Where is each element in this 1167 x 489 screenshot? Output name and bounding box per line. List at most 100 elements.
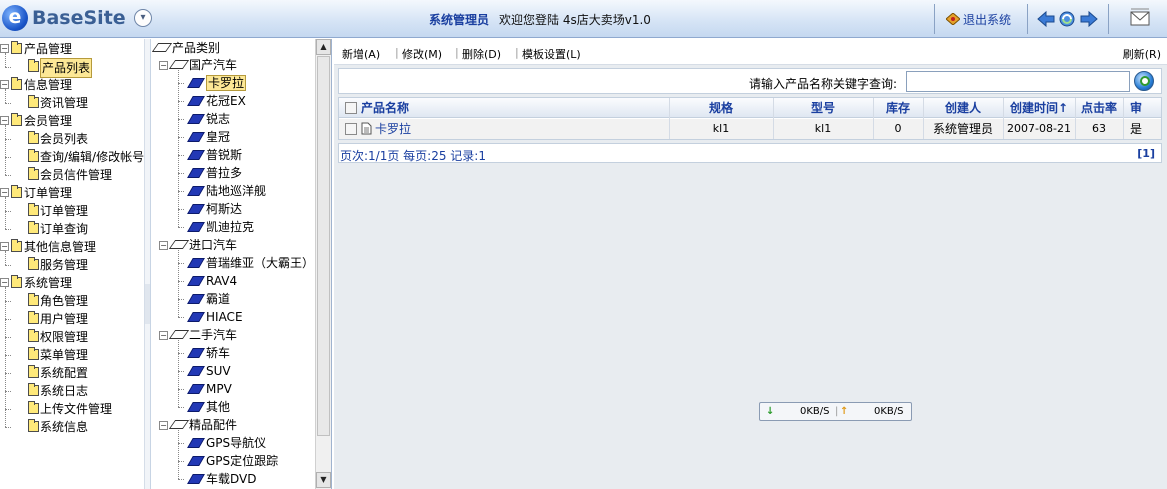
tree-item[interactable]: HIACE — [187, 308, 243, 326]
tree-line — [178, 317, 184, 318]
column-header-created-label: 创建时间 — [1009, 101, 1058, 115]
collapse-toggle-icon[interactable]: − — [0, 278, 9, 287]
scroll-up-icon[interactable]: ▲ — [316, 39, 331, 55]
tree-item[interactable]: 轿车 — [187, 344, 230, 362]
tree-line — [5, 67, 11, 68]
select-all-checkbox[interactable] — [345, 102, 357, 114]
nav-category-label: 系统管理 — [24, 276, 73, 290]
book-icon — [187, 96, 205, 106]
row-checkbox[interactable] — [345, 123, 357, 135]
folder-icon — [11, 239, 22, 252]
scrollbar-thumb[interactable] — [317, 56, 330, 436]
refresh-icon[interactable] — [1058, 10, 1076, 28]
nav-category-label: 其他信息管理 — [24, 240, 97, 254]
logo-dropdown-icon[interactable]: ▾ — [134, 9, 152, 27]
tree-item[interactable]: 普拉多 — [187, 164, 242, 182]
folder-icon — [11, 41, 22, 54]
nav-scrollbar[interactable] — [144, 39, 150, 489]
logo-text: BaseSite — [32, 7, 126, 29]
tree-item[interactable]: 普锐斯 — [187, 146, 242, 164]
logout-label: 退出系统 — [963, 13, 1012, 27]
tree-group[interactable]: − 国产汽车 — [159, 56, 237, 74]
column-header-stock[interactable]: 库存 — [873, 98, 923, 118]
tree-item[interactable]: GPS导航仪 — [187, 434, 266, 452]
column-header-hits[interactable]: 点击率 — [1075, 98, 1123, 118]
column-header-audit[interactable]: 审 — [1123, 98, 1149, 118]
nav-item-label: 菜单管理 — [40, 348, 89, 362]
nav-item-label: 会员列表 — [40, 132, 89, 146]
cell-stock: 0 — [894, 122, 902, 135]
column-divider — [1003, 98, 1004, 139]
table-row[interactable]: 卡罗拉 kl1 kl1 0 系统管理员 2007-08-21 63 是 — [339, 119, 1161, 139]
column-header-model[interactable]: 型号 — [773, 98, 873, 118]
tree-item-label: 卡罗拉 — [206, 75, 247, 91]
folder-icon — [28, 59, 39, 72]
collapse-toggle-icon[interactable]: − — [0, 80, 9, 89]
page-link[interactable]: [1] — [1137, 147, 1155, 160]
search-icon[interactable] — [1134, 71, 1154, 91]
tree-group-label: 精品配件 — [189, 418, 238, 432]
cell-created: 2007-08-21 — [1007, 122, 1071, 135]
tree-item[interactable]: 普瑞维亚（大霸王） — [187, 254, 314, 272]
back-arrow-icon[interactable] — [1037, 10, 1055, 28]
column-header-name[interactable]: 产品名称 — [361, 98, 481, 118]
tree-item[interactable]: 其他 — [187, 398, 230, 416]
collapse-toggle-icon[interactable]: − — [0, 242, 9, 251]
tree-item[interactable]: 皇冠 — [187, 128, 230, 146]
delete-button[interactable]: 删除(D) — [462, 46, 501, 62]
tree-line — [178, 407, 184, 408]
scrollbar-thumb[interactable] — [145, 284, 150, 324]
collapse-toggle-icon[interactable]: − — [159, 241, 168, 250]
template-settings-button[interactable]: 模板设置(L) — [522, 46, 581, 62]
add-button[interactable]: 新增(A) — [342, 46, 380, 62]
collapse-toggle-icon[interactable]: − — [0, 116, 9, 125]
book-icon — [187, 312, 205, 322]
tree-item[interactable]: SUV — [187, 362, 231, 380]
tree-item[interactable]: 柯斯达 — [187, 200, 243, 218]
tree-group[interactable]: − 精品配件 — [159, 416, 237, 434]
collapse-toggle-icon[interactable]: − — [159, 421, 168, 430]
collapse-toggle-icon[interactable]: − — [0, 188, 9, 197]
tree-item-label: 柯斯达 — [206, 202, 243, 216]
book-icon — [187, 222, 205, 232]
scroll-down-icon[interactable]: ▼ — [316, 472, 331, 488]
product-table: 产品名称 规格 型号 库存 创建人 创建时间↑ 点击率 审 卡罗拉 kl1 kl… — [338, 97, 1162, 140]
download-speed-value: 0KB/S — [800, 406, 830, 417]
column-header-spec[interactable]: 规格 — [669, 98, 773, 118]
tree-item[interactable]: 凯迪拉克 — [187, 218, 254, 236]
tree-item[interactable]: GPS定位跟踪 — [187, 452, 278, 470]
tree-item[interactable]: 锐志 — [187, 110, 230, 128]
mail-icon[interactable] — [1129, 8, 1151, 28]
tree-item-label: 陆地巡洋舰 — [206, 184, 267, 198]
search-input[interactable] — [906, 71, 1130, 92]
column-header-creator[interactable]: 创建人 — [923, 98, 1003, 118]
column-header-created[interactable]: 创建时间↑ — [1003, 98, 1075, 118]
tree-item[interactable]: 车载DVD — [187, 470, 256, 488]
book-icon — [187, 258, 205, 268]
tree-group[interactable]: − 二手汽车 — [159, 326, 237, 344]
collapse-toggle-icon[interactable]: − — [159, 61, 168, 70]
tree-item[interactable]: RAV4 — [187, 272, 237, 290]
cell-model: kl1 — [814, 122, 832, 135]
forward-arrow-icon[interactable] — [1080, 10, 1098, 28]
refresh-button[interactable]: 刷新(R) — [1123, 46, 1161, 62]
product-name-link[interactable]: 卡罗拉 — [361, 119, 491, 139]
tree-group[interactable]: − 进口汽车 — [159, 236, 237, 254]
tree-line — [178, 430, 179, 479]
tree-group-label: 进口汽车 — [189, 238, 238, 252]
book-icon — [187, 438, 205, 448]
tree-group-label: 二手汽车 — [189, 328, 238, 342]
divider: | — [835, 406, 839, 417]
tree-item[interactable]: MPV — [187, 380, 232, 398]
collapse-toggle-icon[interactable]: − — [0, 44, 9, 53]
tree-scrollbar[interactable]: ▲ ▼ — [315, 39, 331, 489]
tree-item[interactable]: 陆地巡洋舰 — [187, 182, 267, 200]
edit-button[interactable]: 修改(M) — [402, 46, 442, 62]
column-divider — [669, 98, 670, 139]
tree-root[interactable]: 产品类别 — [152, 39, 220, 57]
tree-item[interactable]: 花冠EX — [187, 92, 246, 110]
logout-button[interactable]: 退出系统 — [946, 11, 1011, 28]
tree-item[interactable]: 卡罗拉 — [187, 74, 247, 92]
collapse-toggle-icon[interactable]: − — [159, 331, 168, 340]
tree-item[interactable]: 霸道 — [187, 290, 230, 308]
